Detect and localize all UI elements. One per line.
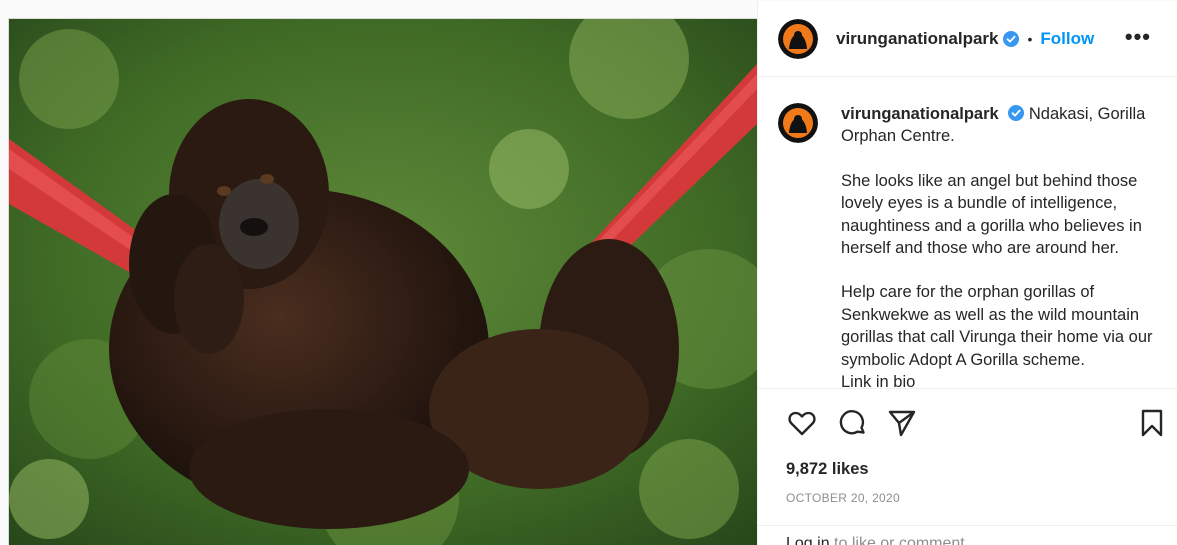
- caption-paragraph-3: Help care for the orphan gorillas of Sen…: [841, 283, 1153, 369]
- login-link[interactable]: Log in: [786, 535, 830, 545]
- account-username[interactable]: virunganationalpark: [836, 29, 998, 49]
- caption-text: virunganationalpark Ndakasi, Gorilla Orp…: [841, 103, 1161, 388]
- caption-cut-line: Link in bio: [841, 373, 916, 388]
- virunga-logo-icon: [778, 103, 818, 143]
- gorilla-photo: [9, 19, 757, 545]
- post-header: virunganationalpark • Follow •••: [758, 1, 1177, 77]
- more-options-icon[interactable]: •••: [1125, 26, 1151, 48]
- virunga-logo-icon: [778, 18, 818, 59]
- post-image[interactable]: [9, 19, 757, 545]
- share-icon[interactable]: [886, 407, 918, 439]
- verified-badge-icon: [1008, 105, 1025, 121]
- likes-count[interactable]: 9,872 likes: [786, 460, 869, 479]
- login-rest: to like or comment.: [829, 535, 970, 545]
- caption-username[interactable]: virunganationalpark: [841, 105, 999, 123]
- login-prompt: Log in to like or comment.: [758, 525, 1177, 545]
- separator-dot: •: [1027, 30, 1033, 47]
- actions-area: 9,872 likes OCTOBER 20, 2020 Log in to l…: [758, 388, 1177, 545]
- caption-avatar[interactable]: [778, 103, 818, 143]
- account-avatar[interactable]: [778, 18, 818, 59]
- post-date[interactable]: OCTOBER 20, 2020: [786, 491, 900, 505]
- comment-icon[interactable]: [836, 407, 868, 439]
- action-icons: [786, 407, 1166, 439]
- follow-button[interactable]: Follow: [1040, 29, 1094, 49]
- bookmark-icon[interactable]: [1136, 407, 1168, 439]
- login-text: Log in to like or comment.: [786, 535, 969, 545]
- verified-badge-icon: [1003, 30, 1020, 47]
- caption-paragraph-2: She looks like an angel but behind those…: [841, 171, 1142, 258]
- post-frame: virunganationalpark • Follow ••• virunga…: [8, 1, 1177, 545]
- caption-area: virunganationalpark Ndakasi, Gorilla Orp…: [758, 77, 1177, 388]
- heart-icon[interactable]: [786, 407, 818, 439]
- post-sidebar: virunganationalpark • Follow ••• virunga…: [757, 1, 1177, 545]
